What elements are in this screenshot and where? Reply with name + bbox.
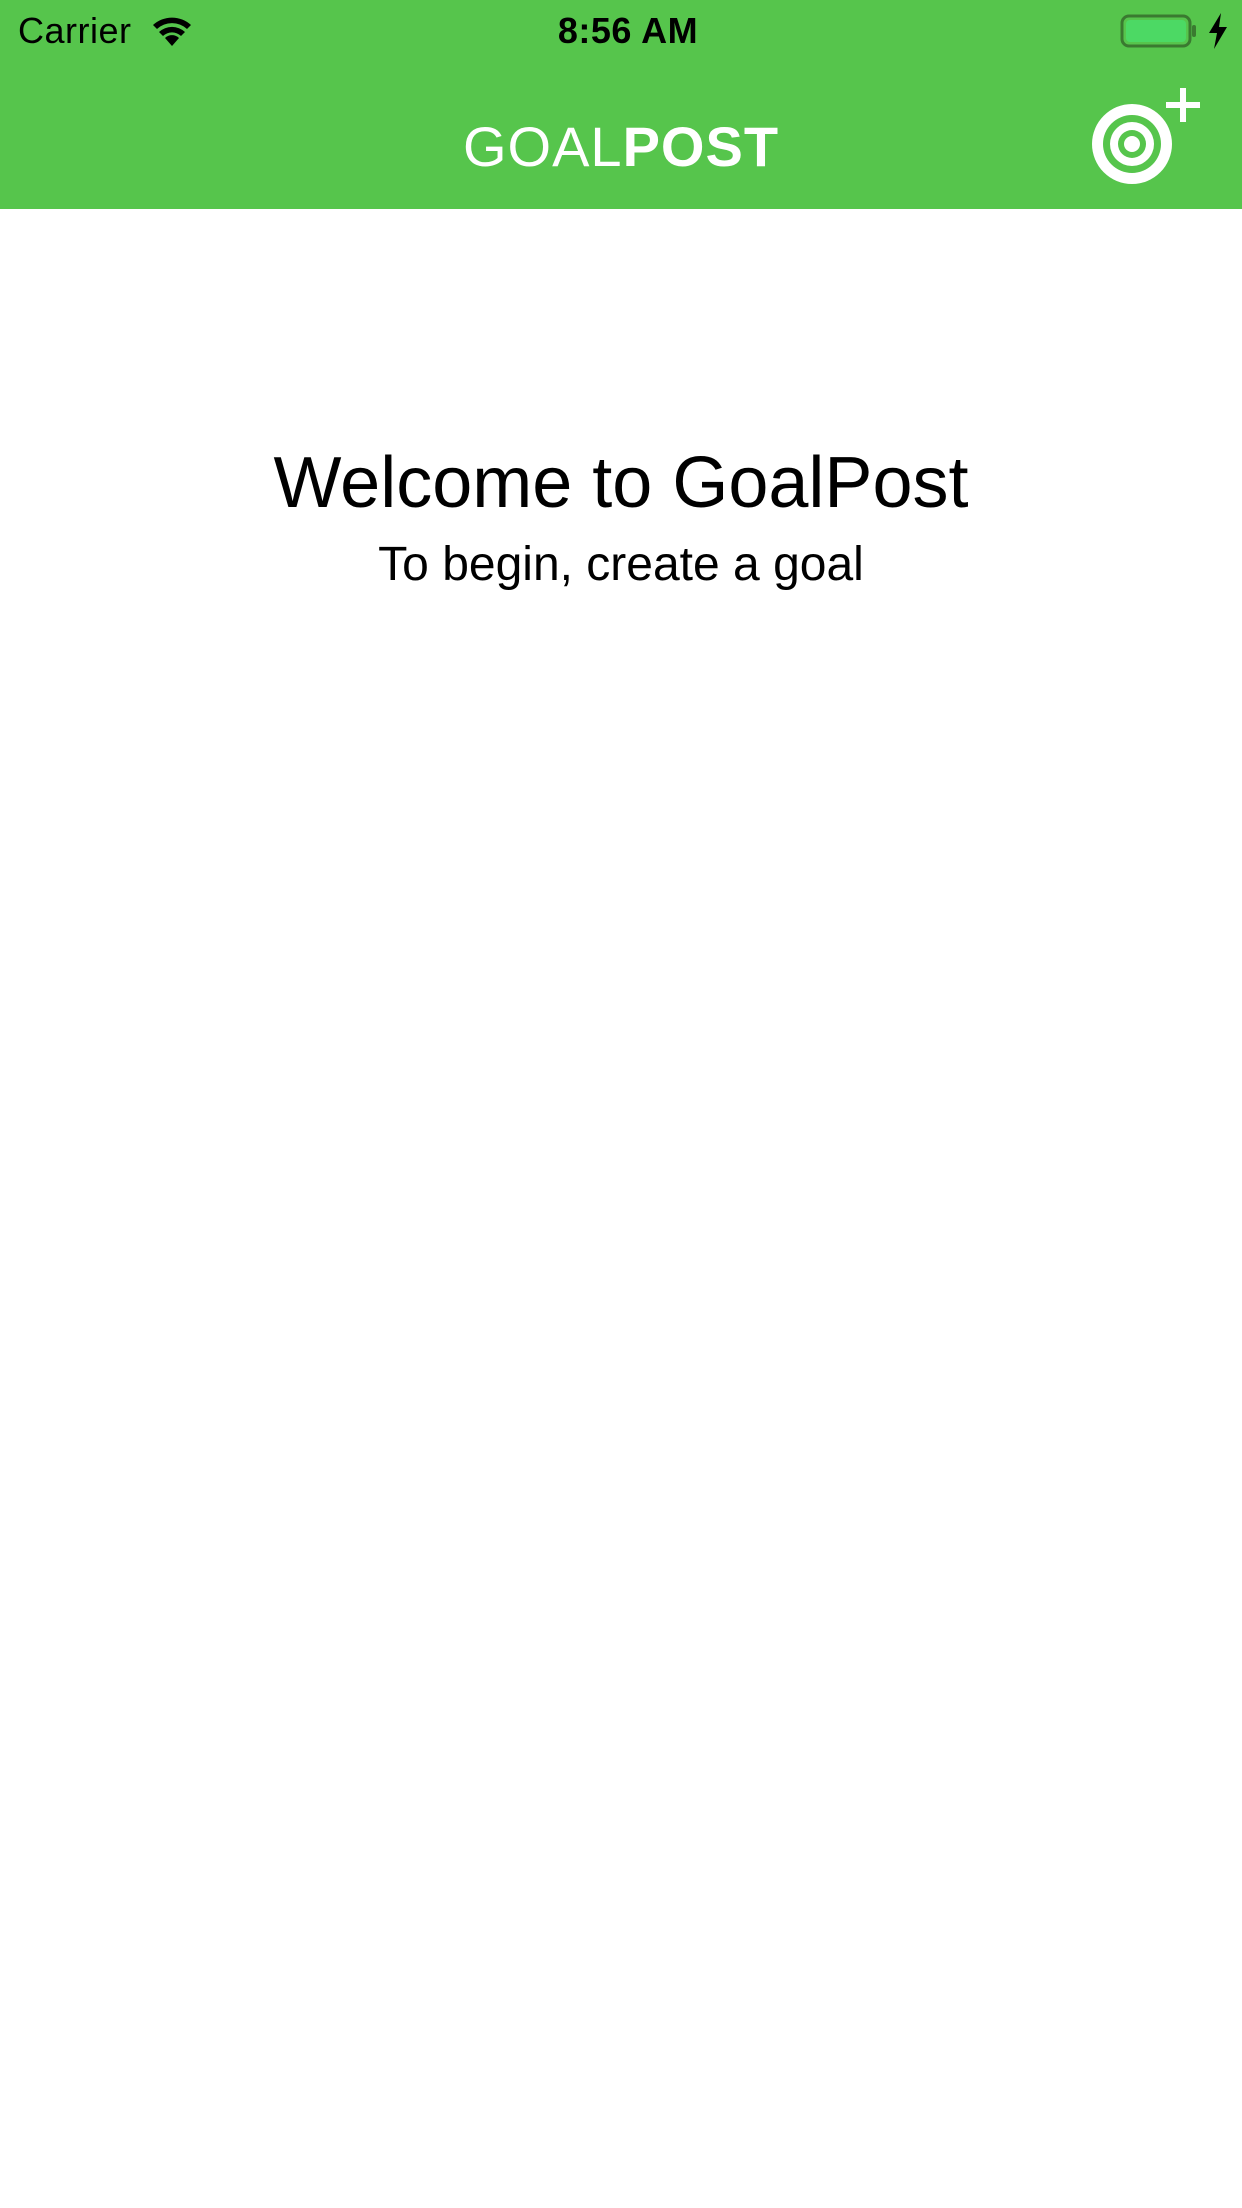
navigation-header: Carrier 8:56 AM GOALPOST xyxy=(0,0,1242,209)
battery-icon xyxy=(1120,14,1198,48)
charging-bolt-icon xyxy=(1206,12,1230,50)
target-plus-icon xyxy=(1092,88,1200,184)
app-title-light: GOAL xyxy=(462,115,623,178)
welcome-title: Welcome to GoalPost xyxy=(273,443,969,523)
add-goal-button[interactable] xyxy=(1088,84,1204,188)
status-bar: Carrier 8:56 AM xyxy=(0,0,1242,62)
app-title: GOALPOST xyxy=(0,112,1242,182)
app-title-bold: POST xyxy=(622,115,780,178)
welcome-subtitle: To begin, create a goal xyxy=(378,538,864,591)
status-time: 8:56 AM xyxy=(557,10,699,51)
